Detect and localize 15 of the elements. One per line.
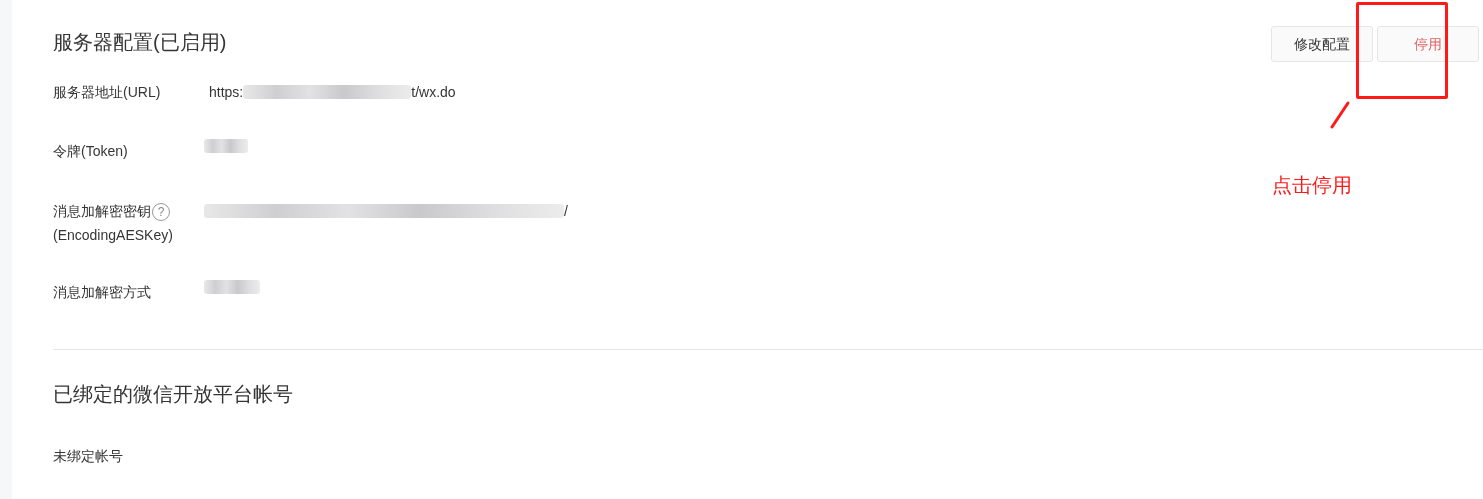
field-label: 消息加解密密钥 <box>53 203 151 219</box>
field-label: 消息加解密方式 <box>53 284 151 300</box>
field-label: 令牌(Token) <box>53 143 128 159</box>
disable-button[interactable]: 停用 <box>1377 26 1479 62</box>
field-sublabel: (EncodingAESKey) <box>53 226 174 245</box>
field-label: 服务器地址(URL) <box>53 84 161 100</box>
status-text: 未绑定帐号 <box>53 447 124 466</box>
section-title: 服务器配置(已启用) <box>53 30 228 54</box>
url-end: t/wx.do <box>411 83 456 102</box>
edit-config-button[interactable]: 修改配置 <box>1271 26 1373 62</box>
url-start: https: <box>209 83 244 102</box>
leader-line <box>1328 100 1352 130</box>
url-end: / <box>564 202 568 221</box>
section-title: 已绑定的微信开放平台帐号 <box>53 382 294 406</box>
annotation-text: 点击停用 <box>1272 173 1352 198</box>
